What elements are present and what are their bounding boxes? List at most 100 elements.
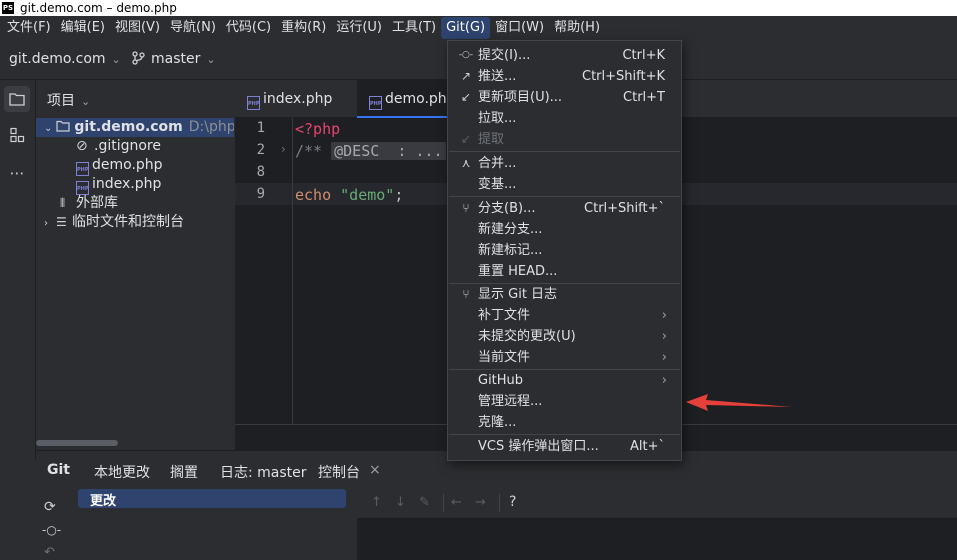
menu-code[interactable]: 代码(C): [221, 17, 276, 39]
project-panel-title: 项目: [47, 93, 75, 109]
chevron-right-icon: ›: [661, 350, 667, 365]
diff-toolbar: ↑ ↓ ✎ ← → ?: [357, 489, 957, 519]
fetch-icon: ↙: [460, 132, 472, 146]
window-title: git.demo.com – demo.php: [20, 1, 177, 15]
php-file-icon: PHP: [369, 96, 382, 110]
chevron-down-icon: ⌄: [206, 53, 216, 66]
menu-help[interactable]: 帮助(H): [549, 17, 605, 39]
menu-item-merge[interactable]: ⋏ 合并...: [448, 153, 681, 174]
menu-item-fetch: ↙ 提取: [448, 129, 681, 150]
expand-arrow-icon: ›: [44, 218, 48, 229]
line-number: 2: [256, 142, 265, 158]
menu-item-label: 未提交的更改(U): [478, 329, 576, 344]
php-file-icon: PHP: [247, 96, 260, 110]
menu-item-current-file[interactable]: 当前文件 ›: [448, 347, 681, 368]
structure-tool-button[interactable]: [4, 122, 30, 148]
menu-item-vcs-popup[interactable]: VCS 操作弹出窗口... Alt+`: [448, 436, 681, 457]
close-icon[interactable]: ×: [369, 462, 381, 478]
menu-window[interactable]: 窗口(W): [490, 17, 549, 39]
menu-item-label: 合并...: [478, 156, 517, 171]
chevron-right-icon: ›: [661, 373, 667, 388]
line-number: 9: [256, 186, 265, 202]
arrow-up-icon[interactable]: ↑: [371, 495, 382, 510]
refresh-icon[interactable]: ⟳: [44, 499, 56, 515]
tab-console[interactable]: 控制台: [318, 462, 360, 482]
project-name: git.demo.com: [9, 51, 106, 67]
scratches-label: 临时文件和控制台: [72, 214, 184, 230]
main-menu-bar: 文件(F) 编辑(E) 视图(V) 导航(N) 代码(C) 重构(R) 运行(U…: [0, 16, 957, 40]
menu-item-push[interactable]: ↗ 推送... Ctrl+Shift+K: [448, 66, 681, 87]
branch-switcher[interactable]: master ⌄: [132, 51, 216, 67]
rollback-icon[interactable]: ↶: [44, 545, 55, 560]
tree-root-folder[interactable]: ⌄ git.demo.com D:\phpst: [36, 118, 234, 137]
code-php-open-tag: <?php: [295, 120, 341, 138]
changes-tree-node[interactable]: 更改: [78, 489, 346, 509]
menu-navigate[interactable]: 导航(N): [165, 17, 221, 39]
menu-item-label: 显示 Git 日志: [478, 287, 558, 302]
changes-node-label: 更改: [90, 494, 117, 509]
shortcut-label: Ctrl+Shift+K: [582, 69, 665, 84]
menu-item-manage-remotes[interactable]: 管理远程...: [448, 391, 681, 412]
menu-tools[interactable]: 工具(T): [387, 17, 441, 39]
tree-file-index-php[interactable]: PHP index.php: [36, 175, 234, 195]
edit-icon[interactable]: ✎: [419, 495, 430, 510]
branch-icon: [132, 51, 145, 65]
project-tool-button[interactable]: [4, 86, 30, 112]
menu-file[interactable]: 文件(F): [2, 17, 56, 39]
menu-item-uncommitted-changes[interactable]: 未提交的更改(U) ›: [448, 326, 681, 347]
menu-item-github[interactable]: GitHub ›: [448, 370, 681, 391]
menu-item-patch-file[interactable]: 补丁文件 ›: [448, 305, 681, 326]
project-scrollbar[interactable]: [36, 440, 118, 446]
menu-item-label: 重置 HEAD...: [478, 264, 558, 279]
tab-label: index.php: [263, 91, 333, 107]
menu-item-rebase[interactable]: 变基...: [448, 174, 681, 195]
tree-file-gitignore[interactable]: ⊘ .gitignore: [36, 137, 234, 156]
phpstorm-app-icon: PS: [2, 2, 14, 14]
left-tool-strip: ⋯: [0, 80, 36, 460]
menu-git[interactable]: Git(G): [441, 17, 491, 39]
tab-local-changes[interactable]: 本地更改: [94, 462, 150, 482]
project-panel-header[interactable]: 项目 ⌄: [47, 90, 90, 110]
folder-icon: [9, 93, 25, 106]
menu-run[interactable]: 运行(U): [331, 17, 387, 39]
menu-item-branches[interactable]: ⑂ 分支(B)... Ctrl+Shift+`: [448, 198, 681, 219]
external-libraries-label: 外部库: [76, 195, 118, 211]
folder-icon: [56, 120, 70, 132]
menu-item-new-branch[interactable]: 新建分支...: [448, 219, 681, 240]
menu-item-pull[interactable]: 拉取...: [448, 108, 681, 129]
fold-marker-icon: ›: [281, 142, 286, 156]
commit-icon[interactable]: -○-: [42, 523, 61, 537]
push-icon: ↗: [460, 69, 472, 83]
tree-external-libraries[interactable]: ⫴ 外部库: [36, 194, 234, 213]
php-file-icon: PHP: [76, 181, 89, 195]
shortcut-label: Alt+`: [630, 439, 665, 454]
menu-item-new-tag[interactable]: 新建标记...: [448, 240, 681, 261]
menu-view[interactable]: 视图(V): [110, 17, 165, 39]
folded-comment[interactable]: @DESC : ...: [331, 142, 446, 160]
tab-index-php[interactable]: PHP index.php: [235, 80, 355, 118]
branch-icon: ⑂: [462, 201, 470, 215]
menu-refactor[interactable]: 重构(R): [276, 17, 331, 39]
menu-edit[interactable]: 编辑(E): [56, 17, 110, 39]
menu-item-clone[interactable]: 克隆...: [448, 412, 681, 433]
menu-item-reset-head[interactable]: 重置 HEAD...: [448, 261, 681, 282]
menu-item-update-project[interactable]: ↙ 更新项目(U)... Ctrl+T: [448, 87, 681, 108]
menu-item-label: 更新项目(U)...: [478, 90, 563, 105]
arrow-left-icon[interactable]: ←: [451, 495, 462, 510]
commit-icon: -○-: [458, 50, 474, 60]
arrow-right-icon[interactable]: →: [475, 495, 486, 510]
tab-log-master[interactable]: 日志: master: [220, 462, 307, 482]
help-icon[interactable]: ?: [509, 494, 516, 510]
toolbar-divider: [499, 494, 500, 512]
tab-demo-php[interactable]: PHP demo.php: [357, 80, 456, 118]
project-switcher[interactable]: git.demo.com ⌄: [9, 51, 121, 67]
tree-file-demo-php[interactable]: PHP demo.php: [36, 156, 234, 176]
arrow-down-icon[interactable]: ↓: [395, 495, 406, 510]
more-tools-icon[interactable]: ⋯: [4, 160, 30, 186]
tree-scratches[interactable]: › ☰ 临时文件和控制台: [36, 213, 234, 232]
tab-shelf[interactable]: 搁置: [170, 462, 198, 482]
menu-item-label: 推送...: [478, 69, 517, 84]
menu-item-commit[interactable]: -○- 提交(I)... Ctrl+K: [448, 45, 681, 66]
diff-preview-area: ↑ ↓ ✎ ← → ?: [357, 489, 957, 560]
menu-item-show-git-log[interactable]: ⑂ 显示 Git 日志: [448, 284, 681, 305]
